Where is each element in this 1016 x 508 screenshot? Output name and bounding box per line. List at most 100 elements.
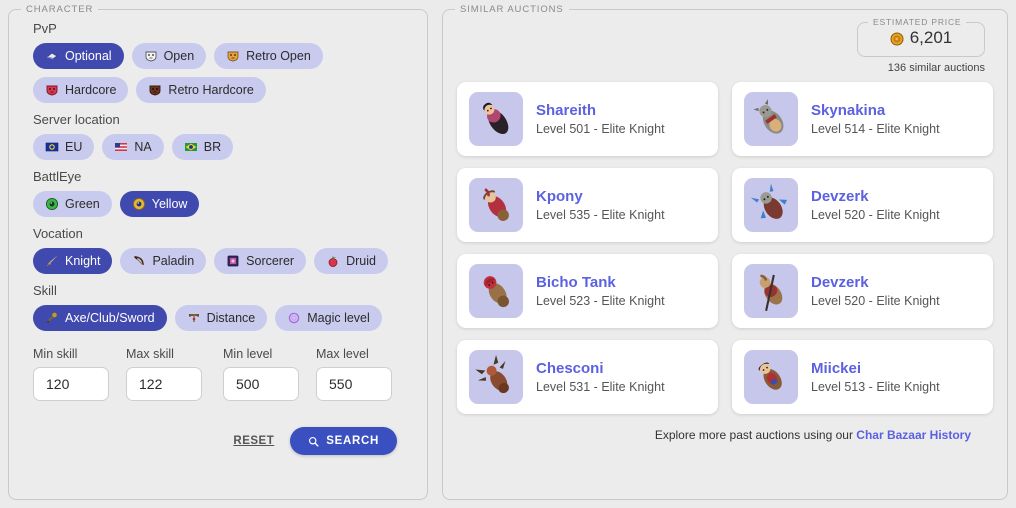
reset-button[interactable]: RESET [233, 435, 274, 447]
chip-pvp-retro-open[interactable]: Retro Open [214, 43, 323, 69]
similar-auctions-legend: SIMILAR AUCTIONS [460, 4, 564, 15]
pvp-hardcore-icon [45, 83, 59, 97]
field-label-min-level: Min level [223, 347, 273, 361]
similar-auctions-count: 136 similar auctions [887, 62, 985, 74]
estimated-price-box: ESTIMATED PRICE 6,201 [857, 17, 985, 57]
auction-card-text: Kpony Level 535 - Elite Knight [536, 188, 665, 222]
bow-icon [132, 254, 146, 268]
auction-card-text: Shareith Level 501 - Elite Knight [536, 102, 665, 136]
auction-card[interactable]: Kpony Level 535 - Elite Knight [457, 168, 718, 242]
chip-label: Green [65, 197, 100, 211]
pvp-row-2: Hardcore Retro Hardcore [33, 77, 409, 103]
character-filter-panel: CHARACTER PvP Optional Open Retro Open H… [8, 4, 428, 500]
min-skill-input[interactable] [33, 367, 109, 401]
chip-battleye-yellow[interactable]: Yellow [119, 191, 200, 217]
auction-card-subtitle: Level 531 - Elite Knight [536, 380, 665, 394]
battleye-yellow-icon [132, 197, 146, 211]
character-sprite-miickei [744, 350, 798, 404]
character-panel-body: PvP Optional Open Retro Open Hardcore Re… [9, 15, 427, 467]
char-bazaar-history-link[interactable]: Char Bazaar History [856, 428, 971, 442]
auction-card-text: Devzerk Level 520 - Elite Knight [811, 274, 940, 308]
chip-label: Yellow [151, 197, 188, 211]
auction-card[interactable]: Devzerk Level 520 - Elite Knight [732, 168, 993, 242]
chip-battleye-green[interactable]: Green [33, 191, 112, 217]
min-level-input[interactable] [223, 367, 299, 401]
club-icon [45, 311, 59, 325]
chip-server-br[interactable]: BR [171, 134, 234, 160]
chip-label: EU [65, 140, 83, 154]
character-panel-legend: CHARACTER [26, 4, 94, 15]
auction-card-name: Chesconi [536, 360, 604, 377]
magic-icon [287, 311, 301, 325]
field-label-max-level: Max level [316, 347, 369, 361]
group-label-battleye: BattlEye [33, 169, 82, 184]
chip-pvp-hardcore[interactable]: Hardcore [33, 77, 129, 103]
search-button-label: SEARCH [326, 435, 379, 447]
auction-card-text: Bicho Tank Level 523 - Elite Knight [536, 274, 665, 308]
search-icon [308, 436, 319, 447]
chip-label: Retro Open [246, 49, 311, 63]
field-min-skill: Min skill [33, 347, 109, 401]
auction-card-subtitle: Level 520 - Elite Knight [811, 208, 940, 222]
chip-server-eu[interactable]: EU [33, 134, 95, 160]
auction-card[interactable]: Devzerk Level 520 - Elite Knight [732, 254, 993, 328]
skill-row: Axe/Club/Sword Distance Magic level [33, 305, 409, 331]
similar-auctions-panel: SIMILAR AUCTIONS ESTIMATED PRICE 6,201 1… [442, 4, 1008, 500]
battleye-green-icon [45, 197, 59, 211]
auction-card-name: Devzerk [811, 274, 869, 291]
auction-card[interactable]: Shareith Level 501 - Elite Knight [457, 82, 718, 156]
chip-label: Axe/Club/Sword [65, 311, 155, 325]
chip-vocation-druid[interactable]: Druid [314, 248, 388, 274]
chip-pvp-open[interactable]: Open [131, 43, 207, 69]
character-sprite-shareith [469, 92, 523, 146]
auction-card-name: Devzerk [811, 188, 869, 205]
flag-eu-icon [45, 140, 59, 154]
character-sprite-bicho-tank [469, 264, 523, 318]
chip-skill-axe-club-sword[interactable]: Axe/Club/Sword [33, 305, 167, 331]
character-sprite-kpony [469, 178, 523, 232]
field-label-min-skill: Min skill [33, 347, 78, 361]
chip-vocation-sorcerer[interactable]: Sorcerer [214, 248, 307, 274]
pvp-row-1: Optional Open Retro Open [33, 43, 409, 69]
chip-label: NA [134, 140, 152, 154]
chip-label: Sorcerer [246, 254, 295, 268]
auction-card-subtitle: Level 523 - Elite Knight [536, 294, 665, 308]
auction-card-subtitle: Level 535 - Elite Knight [536, 208, 665, 222]
chip-vocation-knight[interactable]: Knight [33, 248, 113, 274]
chip-label: Retro Hardcore [168, 83, 254, 97]
crossbow-icon [187, 311, 201, 325]
chip-pvp-optional[interactable]: Optional [33, 43, 124, 69]
group-label-vocation: Vocation [33, 226, 83, 241]
chip-vocation-paladin[interactable]: Paladin [120, 248, 207, 274]
search-button[interactable]: SEARCH [290, 427, 397, 455]
auction-card-name: Shareith [536, 102, 597, 119]
chip-skill-distance[interactable]: Distance [174, 305, 268, 331]
estimated-price-block: ESTIMATED PRICE 6,201 136 similar auctio… [457, 17, 985, 74]
chip-skill-magic-level[interactable]: Magic level [275, 305, 382, 331]
chip-pvp-retro-hardcore[interactable]: Retro Hardcore [136, 77, 266, 103]
chip-label: Paladin [152, 254, 195, 268]
battleye-row: Green Yellow [33, 191, 409, 217]
group-label-pvp: PvP [33, 21, 57, 36]
max-level-input[interactable] [316, 367, 392, 401]
auction-card-text: Devzerk Level 520 - Elite Knight [811, 188, 940, 222]
range-fields: Min skill Max skill Min level Max level [33, 347, 409, 401]
group-label-server-location: Server location [33, 112, 120, 127]
vocation-row: Knight Paladin Sorcerer Druid [33, 248, 409, 274]
auction-card[interactable]: Miickei Level 513 - Elite Knight [732, 340, 993, 414]
auction-card[interactable]: Bicho Tank Level 523 - Elite Knight [457, 254, 718, 328]
pvp-retro-open-icon [226, 49, 240, 63]
max-skill-input[interactable] [126, 367, 202, 401]
auction-card[interactable]: Skynakina Level 514 - Elite Knight [732, 82, 993, 156]
field-max-skill: Max skill [126, 347, 202, 401]
chip-label: Hardcore [65, 83, 117, 97]
explore-more-prefix: Explore more past auctions using our [654, 428, 857, 442]
chip-server-na[interactable]: NA [102, 134, 164, 160]
field-label-max-skill: Max skill [126, 347, 174, 361]
auction-card[interactable]: Chesconi Level 531 - Elite Knight [457, 340, 718, 414]
auction-card-name: Kpony [536, 188, 583, 205]
auction-card-name: Bicho Tank [536, 274, 616, 291]
character-sprite-chesconi [469, 350, 523, 404]
auction-card-text: Skynakina Level 514 - Elite Knight [811, 102, 940, 136]
pvp-retro-hardcore-icon [148, 83, 162, 97]
